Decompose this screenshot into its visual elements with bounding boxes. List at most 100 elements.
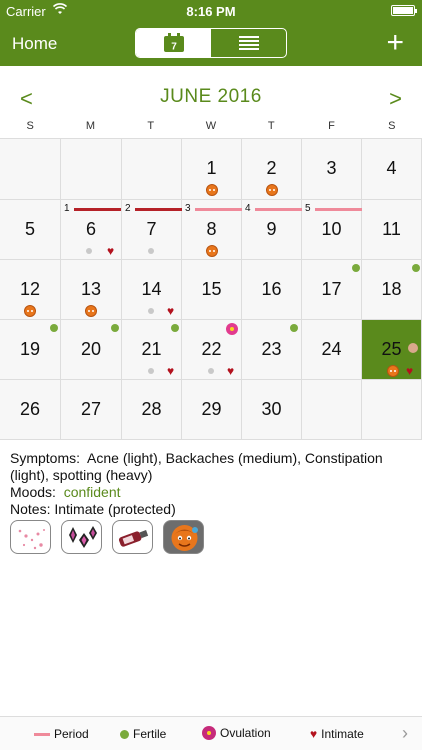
day-cell[interactable]: 30 — [242, 380, 302, 440]
weekday-label: M — [85, 120, 95, 132]
day-cell[interactable]: 27 — [61, 380, 122, 440]
day-number: 9 — [266, 219, 277, 239]
fertile-dot — [290, 324, 298, 332]
day-cell[interactable]: 16 — [242, 260, 302, 320]
sparkles-sticker-icon[interactable] — [10, 520, 51, 554]
mood-face-icon — [206, 184, 218, 196]
sticker-row — [10, 520, 204, 554]
day-number: 20 — [80, 339, 102, 359]
day-cell[interactable]: 2 7 — [122, 200, 182, 260]
period-line-icon — [34, 732, 50, 736]
cycle-day-label: 2 — [125, 203, 131, 214]
moods-label: Moods: — [10, 484, 56, 500]
period-bar — [195, 208, 242, 211]
weekday-label: S — [388, 120, 396, 132]
symptom-dot — [148, 308, 154, 314]
day-number: 17 — [321, 279, 342, 299]
calendar-icon-day: 7 — [171, 42, 177, 53]
legend-bar: Period Fertile Ovulation ♥ Intimate › — [0, 716, 422, 750]
period-bar — [315, 208, 362, 211]
day-cell[interactable]: 11 — [362, 200, 422, 260]
day-number: 1 — [206, 158, 217, 178]
cycle-day-label: 3 — [185, 203, 191, 214]
symptom-dot — [148, 368, 154, 374]
day-cell[interactable]: 22 ♥ — [182, 320, 242, 380]
legend-fertile: Fertile — [120, 727, 166, 741]
day-cell[interactable]: 28 — [122, 380, 182, 440]
weekday-label: F — [328, 120, 335, 132]
fertile-dot — [50, 324, 58, 332]
day-number: 26 — [19, 399, 41, 419]
day-cell[interactable]: 12 — [0, 260, 61, 320]
day-cell[interactable]: 15 — [182, 260, 242, 320]
legend-ovulation-label: Ovulation — [220, 726, 271, 740]
day-number: 16 — [261, 279, 282, 299]
day-cell[interactable]: 3 — [302, 139, 362, 200]
day-cell[interactable]: 2 — [242, 139, 302, 200]
day-cell[interactable]: 20 — [61, 320, 122, 380]
calendar-view-tab[interactable]: 7 — [136, 29, 211, 57]
status-bar: Carrier 8:16 PM — [0, 0, 422, 22]
day-cell[interactable]: 21 ♥ — [122, 320, 182, 380]
month-title: JUNE 2016 — [160, 86, 262, 107]
day-number: 29 — [201, 399, 222, 419]
weekday-label: S — [26, 120, 34, 132]
fertile-dot — [171, 324, 179, 332]
empty-day-cell — [122, 139, 182, 200]
mood-face-icon — [387, 365, 399, 377]
day-cell[interactable]: 26 — [0, 380, 61, 440]
cycle-day-label: 1 — [64, 203, 70, 214]
mood-face-icon — [206, 245, 218, 257]
fertile-dot — [412, 264, 420, 272]
period-bar — [74, 208, 121, 211]
day-cell[interactable]: 3 8 — [182, 200, 242, 260]
calendar-grid: 1 2 3 4 5 1 6 ♥ 2 7 3 8 4 9 5 10 11 12 1… — [0, 138, 422, 440]
legend-intimate-label: Intimate — [321, 727, 364, 741]
notes-value: Intimate (protected) — [54, 501, 176, 517]
day-cell[interactable]: 5 — [0, 200, 61, 260]
chevron-right-icon[interactable]: › — [402, 723, 408, 744]
symptoms-label: Symptoms: — [10, 450, 81, 466]
day-cell[interactable]: 4 — [362, 139, 422, 200]
next-month-button[interactable]: > — [389, 86, 402, 112]
day-number: 24 — [321, 339, 342, 359]
cycle-day-label: 5 — [305, 203, 311, 214]
fertile-dot-icon — [120, 729, 129, 739]
day-number: 13 — [80, 279, 102, 299]
day-cell[interactable]: 19 — [0, 320, 61, 380]
day-cell[interactable]: 14 ♥ — [122, 260, 182, 320]
day-cell[interactable]: 18 — [362, 260, 422, 320]
nav-bar: Home 7 + — [0, 22, 422, 66]
plus-icon[interactable]: + — [386, 28, 404, 58]
day-cell[interactable]: 13 — [61, 260, 122, 320]
day-cell[interactable]: 24 — [302, 320, 362, 380]
list-view-tab[interactable] — [211, 29, 286, 57]
cycle-day-label: 4 — [245, 203, 251, 214]
day-number: 5 — [24, 219, 35, 239]
day-cell[interactable]: 1 — [182, 139, 242, 200]
day-number: 15 — [201, 279, 222, 299]
day-number: 21 — [141, 339, 162, 359]
day-number: 4 — [386, 158, 397, 178]
day-number: 6 — [85, 219, 96, 239]
weekday-label: T — [267, 120, 275, 132]
diamonds-sticker-icon[interactable] — [61, 520, 102, 554]
home-button[interactable]: Home — [12, 34, 57, 54]
selected-day-cell[interactable]: 25 ♥ — [362, 320, 422, 380]
day-cell[interactable]: 23 — [242, 320, 302, 380]
battery-icon — [391, 5, 417, 16]
day-number: 18 — [381, 279, 402, 299]
bottle-sticker-icon[interactable] — [112, 520, 153, 554]
weekday-label: T — [147, 120, 155, 132]
day-cell[interactable]: 1 6 ♥ — [61, 200, 122, 260]
day-cell[interactable]: 4 9 — [242, 200, 302, 260]
intimate-heart-icon: ♥ — [107, 244, 115, 258]
moods-line: Moods: confident — [10, 484, 415, 501]
day-number: 27 — [80, 399, 102, 419]
day-number: 30 — [261, 399, 282, 419]
day-cell[interactable]: 5 10 — [302, 200, 362, 260]
face-sticker-icon[interactable] — [163, 520, 204, 554]
day-cell[interactable]: 17 — [302, 260, 362, 320]
day-cell[interactable]: 29 — [182, 380, 242, 440]
list-icon — [238, 36, 259, 50]
